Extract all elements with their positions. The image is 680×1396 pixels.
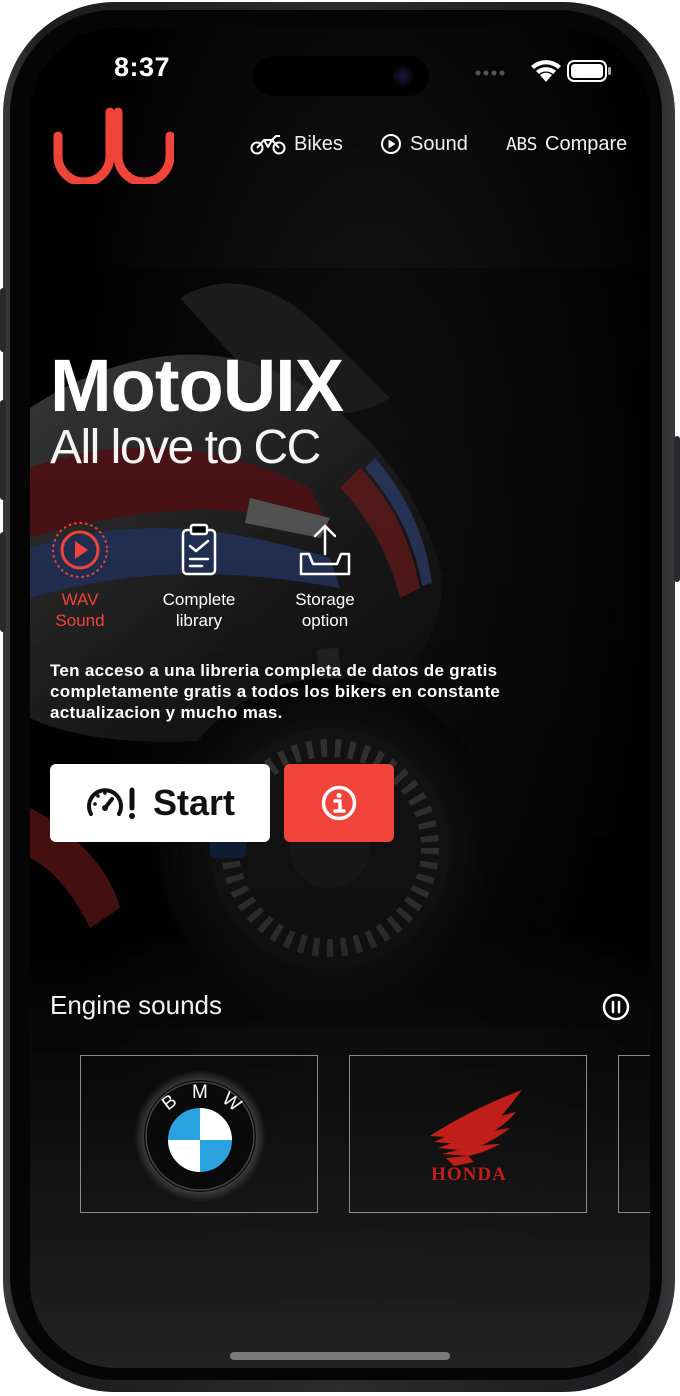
nav-bikes-label: Bikes — [294, 132, 343, 155]
status-bar: 8:37 — [30, 28, 650, 108]
brand-card-partial[interactable] — [618, 1055, 650, 1213]
tray-upload-icon — [299, 524, 351, 576]
nav-sound-label: Sound — [410, 132, 468, 155]
feature-label-line1: Complete — [162, 590, 236, 609]
engine-sounds-title: Engine sounds — [50, 990, 223, 1020]
wifi-icon — [531, 60, 561, 82]
hero-title: MotoUIX — [50, 344, 344, 427]
status-time: 8:37 — [114, 52, 171, 82]
brand-card-honda[interactable]: HONDA — [349, 1055, 587, 1213]
feature-label-line2: Sound — [55, 611, 105, 630]
nav-bikes[interactable]: Bikes — [250, 128, 343, 160]
honda-logo: HONDA — [430, 1090, 522, 1185]
battery-icon — [567, 60, 611, 82]
dynamic-island — [253, 56, 429, 96]
start-button-label: Start — [152, 782, 236, 823]
power-button — [674, 436, 680, 582]
signal-icon — [475, 70, 505, 76]
info-button[interactable] — [284, 764, 394, 842]
nav-compare-label: Compare — [545, 132, 628, 155]
volume-up-button — [0, 400, 6, 500]
abs-icon: ABS — [506, 133, 538, 155]
bmw-logo-letter: M — [192, 1082, 208, 1103]
info-circle-icon — [321, 785, 357, 821]
feature-complete-library[interactable]: Complete library — [139, 520, 259, 631]
nav-compare[interactable]: ABS Compare — [506, 128, 627, 160]
feature-label-line1: Storage — [295, 590, 355, 609]
action-button — [0, 288, 6, 352]
pause-circle-icon[interactable] — [602, 993, 630, 1021]
feature-label-line2: option — [301, 611, 349, 630]
description-text: Ten acceso a una libreria completa de da… — [50, 661, 501, 722]
honda-logo-text: HONDA — [431, 1164, 507, 1185]
nav-sound[interactable]: Sound — [380, 128, 468, 160]
home-indicator[interactable] — [230, 1352, 450, 1360]
app-screen: 8:37 Bikes Sound ABS Compare MotoUIX All… — [30, 28, 650, 1368]
hero-subtitle: All love to CC — [50, 421, 321, 474]
feature-storage-option[interactable]: Storage option — [265, 520, 385, 631]
speedometer-alert-icon — [87, 787, 135, 819]
brand-card-bmw[interactable]: B M W — [80, 1055, 318, 1213]
clipboard-check-icon — [181, 523, 217, 576]
start-button[interactable]: Start — [50, 764, 270, 842]
play-circle-icon — [52, 522, 108, 578]
status-icons — [475, 60, 611, 82]
motorcycle-icon — [250, 135, 286, 155]
feature-label-line1: WAV — [61, 590, 99, 609]
feature-label-line2: library — [175, 611, 223, 630]
bmw-logo: B M W — [134, 1070, 266, 1202]
play-circle-icon — [381, 134, 401, 154]
app-logo[interactable] — [50, 104, 174, 184]
front-camera — [393, 66, 413, 86]
feature-wav-sound[interactable]: WAV Sound — [30, 520, 140, 631]
volume-down-button — [0, 532, 6, 632]
